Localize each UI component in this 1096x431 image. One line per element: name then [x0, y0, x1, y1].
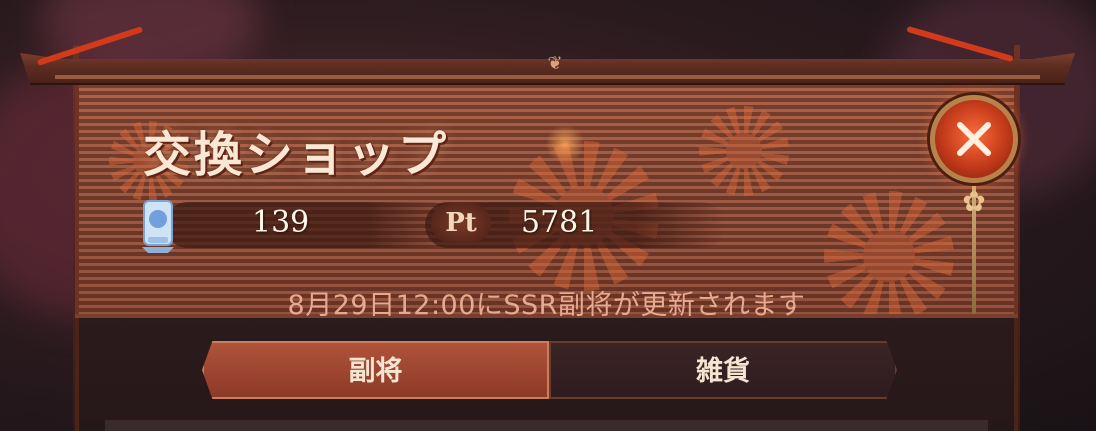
roof-trim [55, 75, 1040, 79]
category-tabs: 副将 雑貨 [202, 341, 897, 399]
close-icon [957, 122, 991, 156]
ticket-icon [138, 193, 178, 255]
close-button[interactable] [930, 95, 1018, 183]
tab-goods[interactable]: 雑貨 [549, 341, 897, 399]
update-notice: 8月29日12:00にSSR副将が更新されます [287, 290, 806, 321]
currency-panel-tickets [165, 202, 455, 248]
chrysanthemum-decoration [699, 106, 789, 196]
points-count: 5781 [521, 205, 598, 240]
title-sparkle-icon [545, 125, 585, 163]
ticket-count: 139 [252, 205, 310, 240]
flower-charm-icon: ✿ [962, 185, 986, 218]
roof-ornament-icon: ❦ [547, 53, 563, 74]
tab-commanders[interactable]: 副将 [202, 341, 549, 399]
points-badge: Pt [431, 203, 491, 243]
shop-frame: ❦ 交換ショップ 139 Pt 5781 ✿ 8月29日12:00にSSR副将が… [20, 25, 1075, 431]
item-list-top [105, 420, 988, 431]
page-title: 交換ショップ [143, 127, 450, 183]
